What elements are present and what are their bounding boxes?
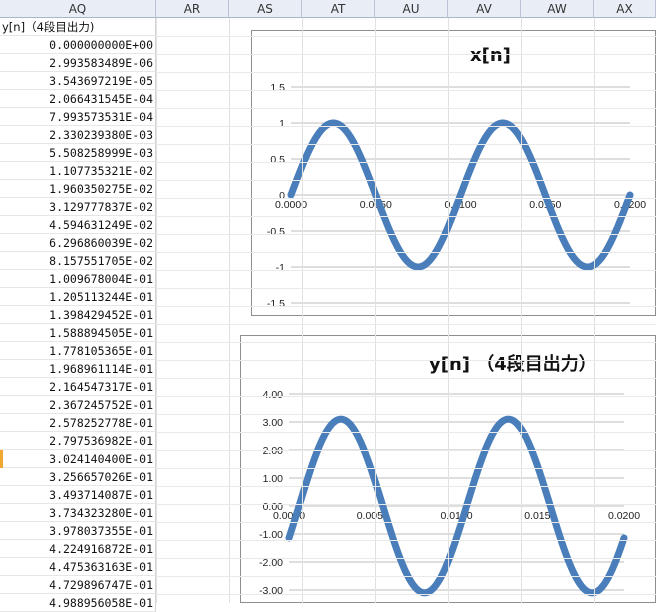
row-gridline bbox=[156, 378, 656, 379]
value-cell[interactable]: 3.543697219E-05 bbox=[0, 72, 156, 90]
y-tick-label: 1.00 bbox=[263, 473, 284, 485]
row-gridline bbox=[156, 144, 656, 145]
value-cell[interactable]: 2.066431545E-04 bbox=[0, 90, 156, 108]
row-gridline bbox=[156, 36, 656, 37]
column-gridline bbox=[302, 18, 303, 603]
selection-marker bbox=[0, 450, 3, 468]
y-tick-label: 2.00 bbox=[263, 445, 284, 457]
value-cell[interactable]: 1.588894505E-01 bbox=[0, 324, 156, 342]
value-cell[interactable]: 4.475363163E-01 bbox=[0, 558, 156, 576]
row-gridline bbox=[156, 54, 656, 55]
value-cell[interactable]: 2.578252778E-01 bbox=[0, 414, 156, 432]
row-gridline bbox=[156, 72, 656, 73]
value-cell[interactable]: 8.157551705E-02 bbox=[0, 252, 156, 270]
row-gridline bbox=[156, 108, 656, 109]
column-header-at[interactable]: AT bbox=[302, 0, 375, 18]
row-gridline bbox=[156, 414, 656, 415]
row-gridline bbox=[156, 288, 656, 289]
y-tick-label: 1 bbox=[279, 118, 285, 130]
row-gridline bbox=[156, 558, 656, 559]
row-gridline bbox=[156, 522, 656, 523]
row-gridline bbox=[156, 216, 656, 217]
x-tick-label: 0.0200 bbox=[608, 510, 640, 522]
row-gridline bbox=[156, 180, 656, 181]
column-header-au[interactable]: AU bbox=[375, 0, 448, 18]
row-gridline bbox=[156, 198, 656, 199]
y-tick-label: -1.5 bbox=[267, 298, 285, 310]
row-gridline bbox=[156, 504, 656, 505]
row-gridline bbox=[156, 486, 656, 487]
column-gridline bbox=[229, 18, 230, 603]
column-gridline bbox=[594, 18, 595, 603]
y-tick-label: -3.00 bbox=[259, 585, 283, 597]
value-cell[interactable]: 1.205113244E-01 bbox=[0, 288, 156, 306]
column-gridline bbox=[521, 18, 522, 603]
value-cell[interactable]: 1.009678004E-01 bbox=[0, 270, 156, 288]
row-gridline bbox=[156, 450, 656, 451]
y-tick-label: -1 bbox=[276, 262, 285, 274]
value-cell[interactable]: 3.024140400E-01 bbox=[0, 450, 156, 468]
value-cell[interactable]: 4.224916872E-01 bbox=[0, 540, 156, 558]
row-gridline bbox=[156, 360, 656, 361]
value-cell[interactable]: 2.367245752E-01 bbox=[0, 396, 156, 414]
column-header-ar[interactable]: AR bbox=[156, 0, 229, 18]
value-cell[interactable]: 3.734323280E-01 bbox=[0, 504, 156, 522]
column-header-as[interactable]: AS bbox=[229, 0, 302, 18]
value-cell[interactable]: 3.129777837E-02 bbox=[0, 198, 156, 216]
value-cell[interactable]: 2.797536982E-01 bbox=[0, 432, 156, 450]
row-gridline bbox=[156, 252, 656, 253]
value-cell[interactable]: 1.960350275E-02 bbox=[0, 180, 156, 198]
y-tick-label: 0.5 bbox=[270, 154, 285, 166]
y-tick-label: -0.5 bbox=[267, 226, 285, 238]
value-cell[interactable]: 2.330239380E-03 bbox=[0, 126, 156, 144]
y-tick-label: 3.00 bbox=[263, 417, 284, 429]
value-cell[interactable]: 5.508258999E-03 bbox=[0, 144, 156, 162]
y-tick-label: 4.00 bbox=[263, 389, 284, 401]
value-cell[interactable]: 3.493714087E-01 bbox=[0, 486, 156, 504]
column-gridline bbox=[448, 18, 449, 603]
y-tick-label: 1.5 bbox=[270, 82, 285, 94]
row-gridline bbox=[156, 468, 656, 469]
value-cell[interactable]: 6.296860039E-02 bbox=[0, 234, 156, 252]
row-gridline bbox=[156, 270, 656, 271]
column-gridline bbox=[156, 18, 157, 603]
value-cell[interactable]: 3.256657026E-01 bbox=[0, 468, 156, 486]
row-gridline bbox=[156, 576, 656, 577]
value-cell[interactable]: 1.778105365E-01 bbox=[0, 342, 156, 360]
row-gridline bbox=[156, 396, 656, 397]
column-title-cell[interactable]: y[n]（4段目出力) bbox=[0, 18, 156, 36]
row-gridline bbox=[156, 162, 656, 163]
value-cell[interactable]: 4.729896747E-01 bbox=[0, 576, 156, 594]
column-header-av[interactable]: AV bbox=[448, 0, 521, 18]
row-gridline bbox=[156, 306, 656, 307]
column-header-ax[interactable]: AX bbox=[594, 0, 656, 18]
column-header-aw[interactable]: AW bbox=[521, 0, 594, 18]
value-cell[interactable]: 2.164547317E-01 bbox=[0, 378, 156, 396]
row-gridline bbox=[156, 234, 656, 235]
row-gridline bbox=[156, 540, 656, 541]
value-cell[interactable]: 1.107735321E-02 bbox=[0, 162, 156, 180]
row-gridline bbox=[156, 126, 656, 127]
row-gridline bbox=[156, 90, 656, 91]
column-header-aq[interactable]: AQ bbox=[0, 0, 156, 18]
value-cell[interactable]: 2.993583489E-06 bbox=[0, 54, 156, 72]
value-cell[interactable]: 0.000000000E+00 bbox=[0, 36, 156, 54]
column-gridline bbox=[375, 18, 376, 603]
value-cell[interactable]: 4.594631249E-02 bbox=[0, 216, 156, 234]
row-gridline bbox=[156, 594, 656, 595]
value-cell[interactable]: 3.978037355E-01 bbox=[0, 522, 156, 540]
row-gridline bbox=[156, 342, 656, 343]
row-gridline bbox=[156, 324, 656, 325]
value-cell[interactable]: 7.993573531E-04 bbox=[0, 108, 156, 126]
value-cell[interactable]: 1.968961114E-01 bbox=[0, 360, 156, 378]
row-gridline bbox=[156, 432, 656, 433]
value-cell[interactable]: 4.988956058E-01 bbox=[0, 594, 156, 612]
x-chart-plot: 1.510.50-0.5-1-1.50.00000.00500.01000.01… bbox=[267, 82, 646, 310]
value-cell[interactable]: 1.398429452E-01 bbox=[0, 306, 156, 324]
column-header-bar: AQ AR AS AT AU AV AW AX bbox=[0, 0, 656, 18]
